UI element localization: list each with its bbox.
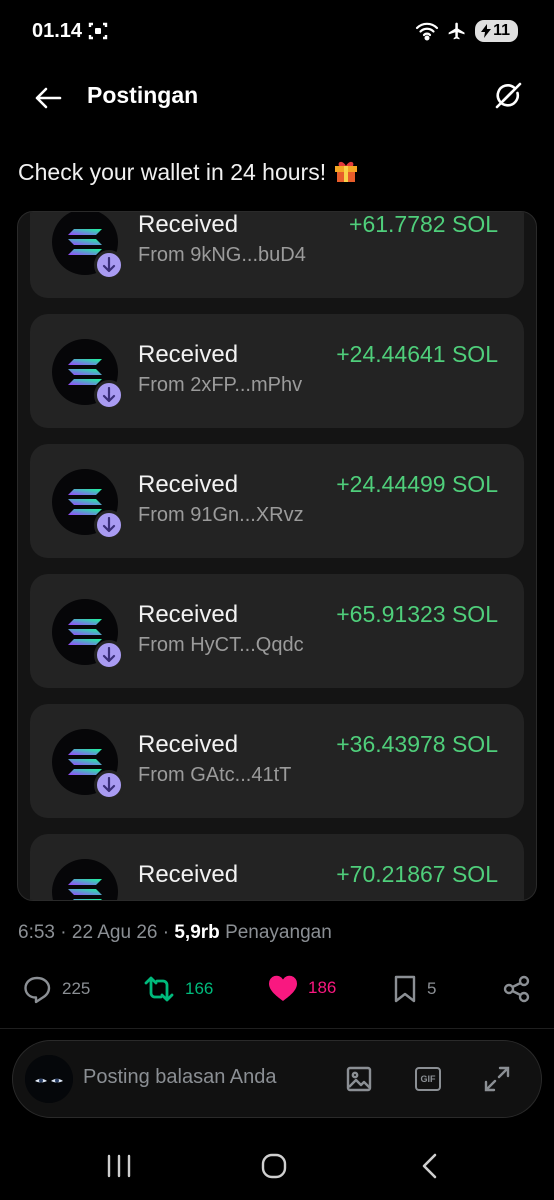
- add-image-button[interactable]: [345, 1065, 373, 1093]
- transaction-card: Received From GAtc...41tT +36.43978 SOL: [30, 704, 524, 818]
- grok-icon: [495, 82, 522, 109]
- status-bar: 01.14 11: [0, 0, 554, 64]
- transaction-amount: +65.91323 SOL: [336, 601, 498, 627]
- bookmark-icon: [394, 975, 416, 1003]
- transaction-card: Received +70.21867 SOL: [30, 834, 524, 901]
- reply-count: 225: [62, 979, 91, 998]
- transaction-amount: +36.43978 SOL: [336, 731, 498, 757]
- repost-button[interactable]: 166: [143, 974, 213, 1004]
- reply-composer: GIF: [12, 1040, 542, 1118]
- bookmark-count: 5: [427, 979, 437, 998]
- transaction-title: Received: [138, 471, 239, 498]
- transaction-title: Received: [138, 341, 239, 368]
- scan-icon: [88, 22, 108, 40]
- arrow-down-icon: [94, 770, 124, 800]
- transaction-title: Received: [138, 861, 239, 888]
- home-icon: [261, 1153, 287, 1179]
- transaction-card: Received From HyCT...Qqdc +65.91323 SOL: [30, 574, 524, 688]
- repost-count: 166: [185, 979, 214, 998]
- transaction-amount: +61.7782 SOL: [349, 211, 498, 237]
- post-actions: 225 166 186 5: [0, 966, 554, 1014]
- post-image[interactable]: Received From 9kNG...buD4 +61.7782 SOL Rece…: [17, 211, 537, 901]
- back-icon: [422, 1153, 437, 1179]
- transaction-sender: From 2xFP...mPhv: [138, 374, 303, 396]
- post-meta: 6:53 · 22 Agu 26 · 5,9rb Penayangan: [18, 922, 332, 944]
- transaction-card: Received From 2xFP...mPhv +24.44641 SOL: [30, 314, 524, 428]
- expand-icon: [484, 1066, 510, 1092]
- share-button[interactable]: [502, 974, 532, 1004]
- reply-input[interactable]: [83, 1066, 323, 1089]
- add-gif-button[interactable]: GIF: [414, 1065, 442, 1093]
- like-count: 186: [308, 978, 337, 997]
- post-time: 6:53: [18, 922, 55, 943]
- recent-apps-icon: [107, 1154, 131, 1178]
- views-count: 5,9rb: [174, 922, 220, 943]
- share-icon: [503, 975, 530, 1003]
- transaction-card: Received From 91Gn...XRvz +24.44499 SOL: [30, 444, 524, 558]
- transaction-title: Received: [138, 731, 239, 758]
- transaction-amount: +24.44499 SOL: [336, 471, 498, 497]
- recent-apps-button[interactable]: [99, 1150, 139, 1182]
- transaction-amount: +70.21867 SOL: [336, 861, 498, 887]
- transaction-sender: From 9kNG...buD4: [138, 244, 306, 266]
- arrow-left-icon: [35, 87, 62, 109]
- arrow-down-icon: [94, 510, 124, 540]
- transaction-card: Received From 9kNG...buD4 +61.7782 SOL: [30, 211, 524, 298]
- arrow-down-icon: [94, 900, 124, 901]
- transaction-title: Received: [138, 601, 239, 628]
- arrow-down-icon: [94, 640, 124, 670]
- airplane-icon: [448, 22, 465, 40]
- avatar: [25, 1055, 73, 1103]
- meta-separator: ·: [162, 922, 175, 943]
- transaction-sender: From HyCT...Qqdc: [138, 634, 304, 656]
- grok-button[interactable]: [488, 76, 528, 116]
- top-app-bar: Postingan: [0, 64, 554, 130]
- expand-composer-button[interactable]: [483, 1065, 511, 1093]
- transaction-sender: From 91Gn...XRvz: [138, 504, 304, 526]
- transaction-amount: +24.44641 SOL: [336, 341, 498, 367]
- solana-icon: [52, 859, 118, 900]
- system-navigation-bar: [0, 1132, 554, 1200]
- system-icons: 11: [415, 20, 518, 42]
- heart-icon: [268, 975, 298, 1001]
- reply-button[interactable]: 225: [22, 974, 90, 1004]
- wifi-icon: [415, 22, 439, 41]
- divider: [0, 1028, 554, 1029]
- page-title: Postingan: [87, 82, 199, 108]
- arrow-down-icon: [94, 250, 124, 280]
- status-time: 01.14: [32, 20, 83, 42]
- back-button[interactable]: [28, 78, 68, 118]
- post-text: Check your wallet in 24 hours!: [18, 159, 327, 185]
- battery-indicator: 11: [475, 20, 518, 42]
- charging-icon: [481, 24, 492, 38]
- image-icon: [346, 1066, 372, 1092]
- system-back-button[interactable]: [410, 1150, 450, 1182]
- arrow-down-icon: [94, 380, 124, 410]
- transaction-sender: From GAtc...41tT: [138, 764, 292, 786]
- post-date: 22 Agu 26: [71, 922, 158, 943]
- gift-icon: [332, 156, 360, 190]
- transaction-title: Received: [138, 211, 239, 238]
- repost-icon: [144, 976, 174, 1002]
- meta-separator: ·: [60, 922, 72, 943]
- like-button[interactable]: 186: [268, 974, 336, 1002]
- battery-level: 11: [493, 22, 510, 39]
- reply-icon: [24, 976, 51, 1004]
- bookmark-button[interactable]: 5: [393, 974, 436, 1004]
- views-label: Penayangan: [225, 922, 332, 943]
- gif-icon: GIF: [415, 1067, 441, 1091]
- home-button[interactable]: [254, 1150, 294, 1182]
- post-body: Check your wallet in 24 hours!: [18, 156, 360, 190]
